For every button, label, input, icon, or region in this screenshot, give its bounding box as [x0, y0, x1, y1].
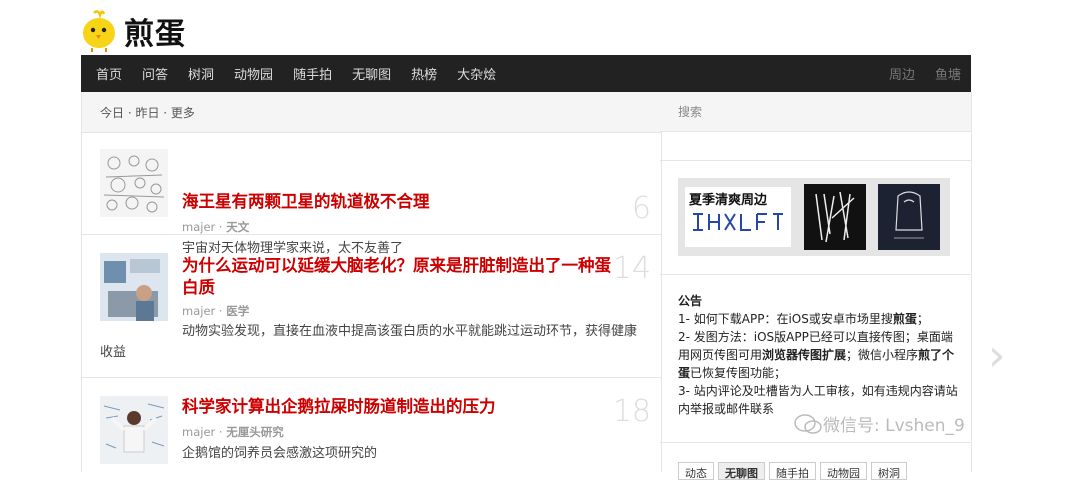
- notice-title: 公告: [678, 294, 703, 308]
- nav-item-home[interactable]: 首页: [96, 64, 122, 83]
- post-desc: 企鹅馆的饲养员会感激这项研究的: [182, 446, 378, 461]
- date-tabs-label[interactable]: 今日 · 昨日 · 更多: [100, 104, 195, 121]
- nav-item-misc[interactable]: 大杂烩: [457, 64, 496, 83]
- nav-item-snapshot[interactable]: 随手拍: [293, 64, 332, 83]
- main-content: 今日 · 昨日 · 更多 海王星有两颗卫星的轨道极不合理 majer · 天文 …: [81, 92, 662, 472]
- divider: [660, 442, 971, 443]
- post-title[interactable]: 为什么运动可以延缓大脑老化？原来是肝脏制造出了一种蛋白质: [182, 255, 614, 299]
- post-title[interactable]: 科学家计算出企鹅拉屎时肠道制造出的压力: [182, 396, 614, 418]
- notice-text: ；微信小程序: [846, 348, 919, 362]
- nav-item-zoo[interactable]: 动物园: [234, 64, 273, 83]
- banner-logo-icon: [693, 213, 783, 231]
- post-meta: majer · 天文: [182, 220, 250, 234]
- post-comment-count[interactable]: 14: [613, 251, 651, 286]
- notice-text: ；: [916, 312, 929, 326]
- site-logo[interactable]: 煎蛋: [80, 8, 186, 54]
- watermark-text: 微信号: Lvshen_9: [823, 416, 965, 436]
- logo-text: 煎蛋: [124, 17, 186, 52]
- post-desc: 动物实验发现，直接在血液中提高该蛋白质的水平就能跳过运动环节，获得健康收益: [100, 324, 638, 360]
- watermark: 微信号: Lvshen_9: [793, 411, 965, 436]
- divider: [660, 274, 971, 275]
- notice-text: 1- 如何下载APP：在iOS或安卓市场里搜: [678, 312, 893, 326]
- post-thumbnail[interactable]: [100, 253, 168, 321]
- search-input[interactable]: 搜索: [660, 92, 971, 132]
- sidebar-tab-boring-pics[interactable]: 无聊图: [718, 462, 765, 480]
- sidebar-tabs: 动态 无聊图 随手拍 动物园 树洞: [678, 462, 911, 480]
- post-item: 科学家计算出企鹅拉屎时肠道制造出的压力 majer · 无厘头研究 企鹅馆的饲养…: [82, 378, 661, 478]
- wechat-icon: [794, 413, 822, 434]
- post-author[interactable]: majer: [182, 304, 215, 318]
- merch-banner[interactable]: 夏季清爽周边: [678, 178, 950, 256]
- notice-line-1: 1- 如何下载APP：在iOS或安卓市场里搜煎蛋；: [678, 310, 958, 328]
- notice-link-jandan[interactable]: 煎蛋: [893, 312, 917, 326]
- nav-item-treehole[interactable]: 树洞: [188, 64, 214, 83]
- nav-left: 首页 问答 树洞 动物园 随手拍 无聊图 热榜 大杂烩: [96, 55, 516, 92]
- banner-left-panel: 夏季清爽周边: [685, 187, 791, 247]
- notice-panel: 公告 1- 如何下载APP：在iOS或安卓市场里搜煎蛋； 2- 发图方法：iOS…: [678, 292, 958, 418]
- post-tag[interactable]: 无厘头研究: [226, 425, 284, 439]
- nav-item-hot[interactable]: 热榜: [411, 64, 437, 83]
- notice-line-2: 2- 发图方法：iOS版APP已经可以直接传图；桌面端用网页传图可用浏览器传图扩…: [678, 328, 958, 382]
- post-thumbnail[interactable]: [100, 149, 168, 217]
- divider: [660, 160, 971, 161]
- sidebar-tab-treehole[interactable]: 树洞: [871, 462, 907, 480]
- nav-right: 周边 鱼塘: [869, 55, 961, 92]
- banner-text: 夏季清爽周边: [689, 193, 768, 208]
- post-comment-count[interactable]: 6: [632, 191, 651, 226]
- chevron-right-icon[interactable]: ›: [988, 330, 1006, 381]
- post-thumbnail[interactable]: [100, 396, 168, 464]
- sidebar-tab-zoo[interactable]: 动物园: [820, 462, 867, 480]
- date-tabs[interactable]: 今日 · 昨日 · 更多: [82, 92, 661, 133]
- notice-link-extension[interactable]: 浏览器传图扩展: [762, 348, 846, 362]
- nav-item-fishpond[interactable]: 鱼塘: [935, 64, 961, 83]
- nav-item-boring-pics[interactable]: 无聊图: [352, 64, 391, 83]
- nav-item-qa[interactable]: 问答: [142, 64, 168, 83]
- post-title[interactable]: 海王星有两颗卫星的轨道极不合理: [182, 191, 614, 213]
- post-comment-count[interactable]: 18: [613, 394, 651, 429]
- post-tag[interactable]: 医学: [226, 304, 249, 318]
- post-item: 为什么运动可以延缓大脑老化？原来是肝脏制造出了一种蛋白质 majer · 医学 …: [82, 235, 661, 378]
- post-item: 海王星有两颗卫星的轨道极不合理 majer · 天文 宇宙对天体物理学家来说，太…: [82, 133, 661, 256]
- search-placeholder: 搜索: [678, 105, 703, 119]
- banner-product-bag: [878, 184, 940, 250]
- post-meta: majer · 无厘头研究: [182, 425, 284, 439]
- post-author[interactable]: majer: [182, 425, 215, 439]
- post-author[interactable]: majer: [182, 220, 215, 234]
- top-navbar: 首页 问答 树洞 动物园 随手拍 无聊图 热榜 大杂烩 周边 鱼塘: [81, 55, 971, 92]
- banner-product-tshirt: [804, 184, 866, 250]
- sidebar-tab-snapshot[interactable]: 随手拍: [769, 462, 816, 480]
- post-tag[interactable]: 天文: [226, 220, 249, 234]
- chick-logo-icon: [80, 9, 118, 53]
- notice-text: 已恢复传图功能；: [690, 366, 787, 380]
- nav-item-merch[interactable]: 周边: [889, 64, 915, 83]
- sidebar-tab-activity[interactable]: 动态: [678, 462, 714, 480]
- post-meta: majer · 医学: [182, 304, 250, 318]
